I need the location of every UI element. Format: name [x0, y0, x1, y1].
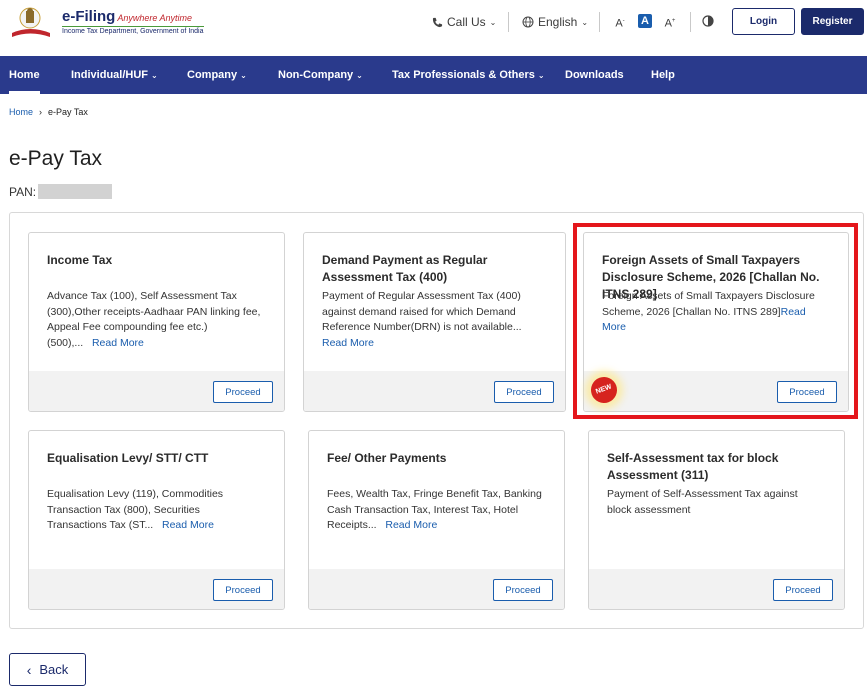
- phone-icon: [432, 17, 443, 27]
- top-header: e-Filing Anywhere Anytime Income Tax Depa…: [0, 0, 867, 56]
- card-title: Self-Assessment tax for block Assessment…: [607, 451, 779, 482]
- nav-help[interactable]: Help: [651, 56, 675, 94]
- nav-downloads[interactable]: Downloads: [565, 56, 624, 94]
- chevron-down-icon: ⌄: [581, 17, 589, 27]
- nav-individual-huf[interactable]: Individual/HUF ⌄: [71, 56, 158, 94]
- brand-tag: Anywhere Anytime: [117, 13, 193, 23]
- pan-label: PAN:: [9, 184, 37, 199]
- breadcrumb: Home › e-Pay Tax: [9, 107, 88, 117]
- language-dropdown[interactable]: English ⌄: [522, 15, 588, 29]
- back-label: Back: [39, 662, 69, 677]
- card-description: Fees, Wealth Tax, Fringe Benefit Tax, Ba…: [327, 488, 542, 531]
- card-title: Equalisation Levy/ STT/ CTT: [47, 451, 209, 465]
- read-more-link[interactable]: Read More: [162, 519, 214, 531]
- read-more-link[interactable]: Read More: [92, 337, 144, 349]
- emblem-logo-icon[interactable]: [10, 5, 60, 39]
- proceed-button[interactable]: Proceed: [494, 381, 554, 403]
- card-fee-other-payments[interactable]: Fee/ Other Payments Fees, Wealth Tax, Fr…: [308, 430, 565, 610]
- divider: [599, 12, 600, 32]
- pan-row: PAN:: [9, 184, 113, 199]
- back-button[interactable]: ‹ Back: [9, 653, 86, 686]
- card-description: Advance Tax (100), Self Assessment Tax (…: [47, 290, 261, 349]
- read-more-link[interactable]: Read More: [322, 337, 374, 349]
- font-decrease-button[interactable]: A-: [613, 14, 627, 30]
- nav-company[interactable]: Company ⌄: [187, 56, 247, 94]
- font-increase-button[interactable]: A+: [663, 14, 677, 30]
- breadcrumb-current: e-Pay Tax: [48, 107, 88, 117]
- card-self-assessment-block[interactable]: Self-Assessment tax for block Assessment…: [588, 430, 845, 610]
- contrast-icon[interactable]: [702, 15, 714, 27]
- brand[interactable]: e-Filing Anywhere Anytime Income Tax Depa…: [62, 8, 204, 35]
- brand-subtitle: Income Tax Department, Government of Ind…: [62, 26, 204, 35]
- proceed-button[interactable]: Proceed: [773, 579, 833, 601]
- brand-title: e-Filing: [62, 8, 116, 25]
- card-equalisation-levy[interactable]: Equalisation Levy/ STT/ CTT Equalisation…: [28, 430, 285, 610]
- card-income-tax[interactable]: Income Tax Advance Tax (100), Self Asses…: [28, 232, 285, 412]
- card-demand-payment[interactable]: Demand Payment as Regular Assessment Tax…: [303, 232, 566, 412]
- nav-tax-professionals[interactable]: Tax Professionals & Others ⌄: [392, 56, 545, 94]
- proceed-button[interactable]: Proceed: [213, 381, 273, 403]
- divider: [508, 12, 509, 32]
- chevron-down-icon: ⌄: [240, 71, 247, 80]
- card-description: Equalisation Levy (119), Commodities Tra…: [47, 488, 224, 531]
- login-button[interactable]: Login: [732, 8, 795, 35]
- main-nav: Home Individual/HUF ⌄ Company ⌄ Non-Compan…: [0, 56, 867, 94]
- call-us-dropdown[interactable]: Call Us ⌄: [432, 15, 496, 29]
- chevron-left-icon: ‹: [26, 661, 32, 678]
- card-title: Income Tax: [47, 253, 113, 267]
- pan-value-masked: [38, 184, 113, 199]
- card-title: Demand Payment as Regular Assessment Tax…: [322, 253, 488, 284]
- card-footer: Proceed: [29, 569, 284, 609]
- proceed-button[interactable]: Proceed: [213, 579, 273, 601]
- nav-non-company[interactable]: Non-Company ⌄: [278, 56, 363, 94]
- globe-icon: [522, 16, 534, 28]
- card-footer: Proceed: [304, 371, 565, 411]
- card-description: Payment of Self-Assessment Tax against b…: [607, 488, 798, 516]
- card-footer: Proceed: [29, 371, 284, 411]
- chevron-down-icon: ⌄: [356, 71, 363, 80]
- read-more-link[interactable]: Read More: [385, 519, 437, 531]
- chevron-down-icon: ⌄: [151, 71, 158, 80]
- card-title: Fee/ Other Payments: [327, 451, 447, 465]
- page-title: e-Pay Tax: [9, 147, 102, 170]
- card-footer: Proceed: [589, 569, 844, 609]
- nav-home[interactable]: Home: [9, 56, 40, 94]
- card-description: Payment of Regular Assessment Tax (400) …: [322, 290, 522, 349]
- language-label: English: [538, 15, 578, 29]
- chevron-down-icon: ⌄: [537, 71, 545, 80]
- font-normal-button[interactable]: A: [638, 14, 652, 28]
- proceed-button[interactable]: Proceed: [493, 579, 553, 601]
- chevron-right-icon: ›: [39, 107, 43, 117]
- breadcrumb-home[interactable]: Home: [9, 107, 33, 117]
- register-button[interactable]: Register: [801, 8, 864, 35]
- call-us-label: Call Us: [447, 15, 486, 29]
- divider: [690, 12, 691, 32]
- card-footer: Proceed: [309, 569, 564, 609]
- chevron-down-icon: ⌄: [489, 17, 497, 27]
